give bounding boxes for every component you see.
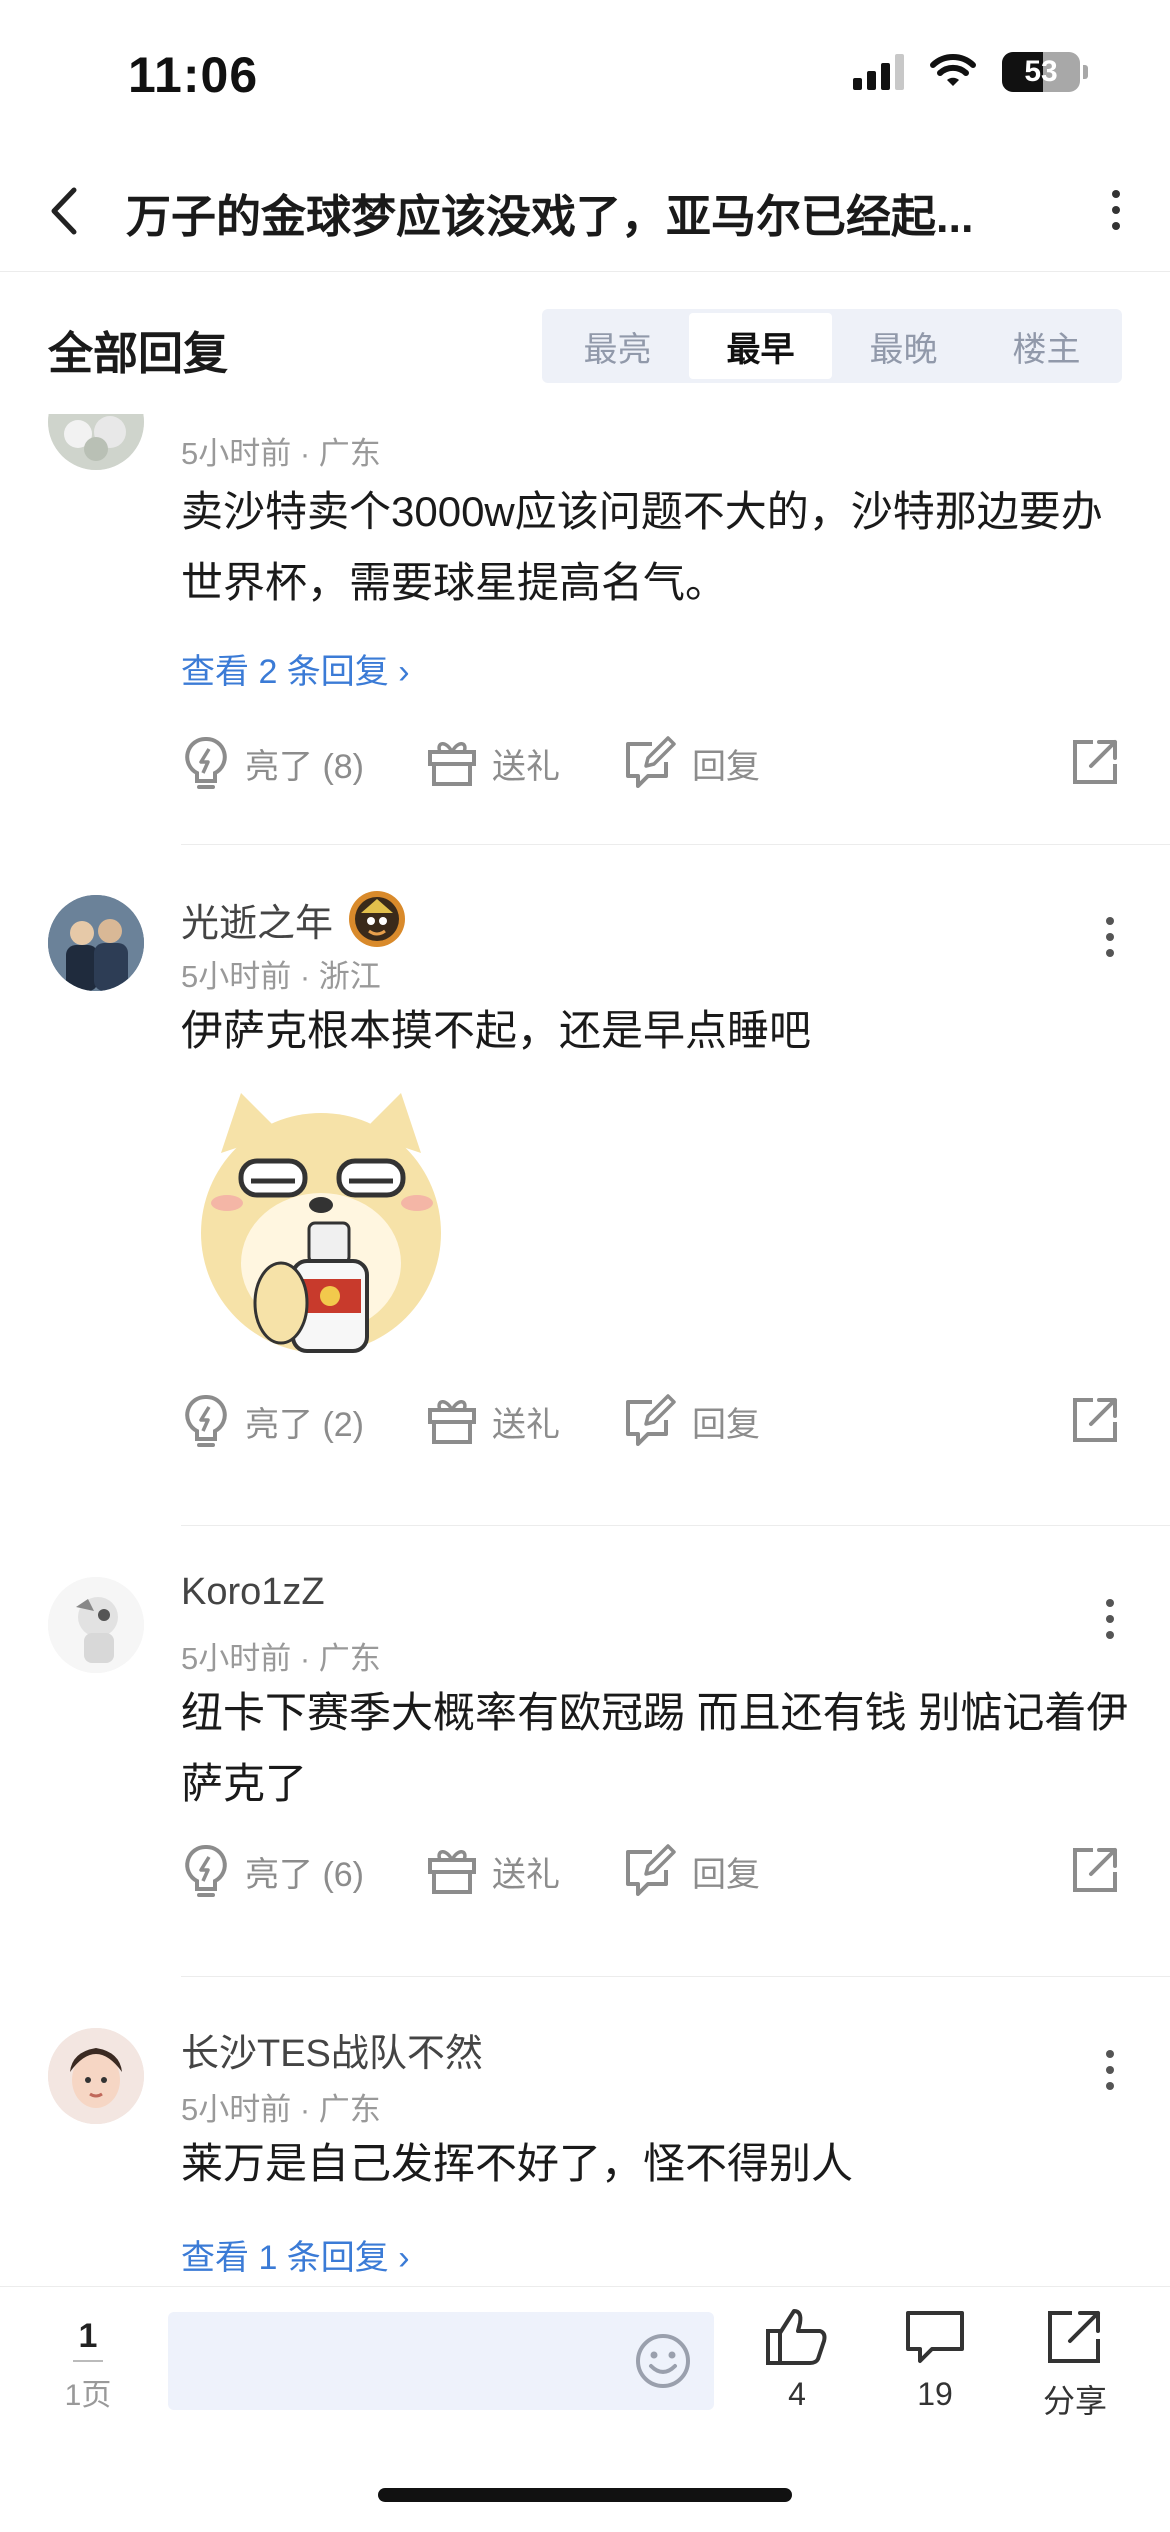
comment-item: 长沙TES战队不然 5小时前 · 广东 莱万是自己发挥不好了，怪不得别人 查看 … [0, 1978, 1170, 2286]
share-icon [1073, 1848, 1117, 1892]
title-bar: 万子的金球梦应该没戏了，亚马尔已经起... [0, 150, 1170, 272]
comment-meta: 5小时前 · 广东 [181, 1641, 381, 1676]
battery-level: 53 [1024, 55, 1058, 88]
status-time: 11:06 [128, 47, 259, 103]
gift-label: 送礼 [492, 1855, 560, 1894]
comment-more-button[interactable] [1090, 2040, 1130, 2100]
sort-bar: 全部回复 最亮 最早 最晚 楼主 [0, 273, 1170, 413]
share-comment-button[interactable] [1069, 1844, 1121, 1901]
gift-button[interactable]: 送礼 [426, 1396, 560, 1446]
share-icon [1048, 2311, 1100, 2363]
emoji-icon[interactable] [634, 2332, 692, 2390]
lightning-bulb-icon [185, 736, 227, 789]
light-button[interactable]: 亮了 (6) [181, 1843, 364, 1899]
sort-tabs: 最亮 最早 最晚 楼主 [542, 309, 1122, 383]
divider [181, 1525, 1170, 1526]
comments-button[interactable]: 19 [880, 2307, 990, 2413]
share-icon [1073, 1398, 1117, 1442]
gift-icon [428, 742, 476, 786]
cellular-signal-icon [853, 54, 904, 90]
avatar[interactable] [48, 414, 144, 470]
comment-text: 莱万是自己发挥不好了，怪不得别人 [181, 2140, 854, 2187]
edit-reply-icon [626, 1394, 676, 1446]
comment-username[interactable]: 光逝之年 [181, 889, 407, 949]
battery-icon: 53 [1002, 52, 1080, 92]
gift-icon [428, 1850, 476, 1894]
comment-count: 19 [917, 2376, 953, 2412]
back-button[interactable] [30, 176, 100, 246]
tab-brightest[interactable]: 最亮 [546, 313, 689, 379]
gift-icon [428, 1400, 476, 1444]
sticker-image[interactable] [181, 1083, 461, 1363]
reply-label: 回复 [692, 1405, 760, 1444]
comment-more-button[interactable] [1090, 907, 1130, 967]
comment-text: 伊萨克根本摸不起，还是早点睡吧 [181, 1007, 812, 1054]
gift-button[interactable]: 送礼 [426, 738, 560, 788]
comment-item: Koro1zZ 5小时前 · 广东 纽卡下赛季大概率有欧冠踢 而且还有钱 别惦记… [0, 1527, 1170, 1977]
gift-button[interactable]: 送礼 [426, 1846, 560, 1896]
lightning-bulb-icon [185, 1844, 227, 1897]
reply-button[interactable]: 回复 [622, 1844, 760, 1898]
comment-input[interactable] [168, 2312, 714, 2410]
light-count: 亮了 (8) [245, 747, 364, 786]
avatar[interactable] [48, 2028, 144, 2124]
user-badge-icon [349, 891, 406, 947]
page-indicator[interactable]: 1 1页 [48, 2317, 128, 2414]
share-label: 分享 [1042, 2383, 1107, 2419]
page-title: 万子的金球梦应该没戏了，亚马尔已经起... [126, 191, 974, 242]
home-indicator[interactable] [378, 2488, 792, 2502]
comment-text: 卖沙特卖个3000w应该问题不大的，沙特那边要办世界杯，需要球星提高名气。 [181, 488, 1103, 606]
more-options-button[interactable] [1086, 180, 1146, 240]
chevron-left-icon [51, 187, 77, 235]
edit-reply-icon [626, 1844, 676, 1896]
light-button[interactable]: 亮了 (2) [181, 1393, 364, 1449]
status-bar: 11:06 53 [0, 0, 1170, 150]
like-count: 4 [788, 2376, 806, 2412]
lightning-bulb-icon [185, 1394, 227, 1447]
comment-actions: 亮了 (2) 送礼 回复 [181, 1386, 1131, 1456]
status-icons: 53 [853, 52, 1088, 92]
divider [181, 1976, 1170, 1977]
tab-op-only[interactable]: 楼主 [975, 313, 1118, 379]
comment-username[interactable]: 长沙TES战队不然 [181, 2022, 483, 2077]
comment-item: 光逝之年 5小时前 · 浙江 伊萨克根本摸不起，还是早点睡吧 亮了 (2) 送礼… [0, 845, 1170, 1526]
view-replies-link[interactable]: 查看 1 条回复 › [181, 2230, 410, 2279]
comment-text: 纽卡下赛季大概率有欧冠踢 而且还有钱 别惦记着伊萨克了 [181, 1689, 1129, 1807]
comment-meta: 5小时前 · 浙江 [181, 959, 381, 994]
reply-label: 回复 [692, 1855, 760, 1894]
gift-label: 送礼 [492, 1405, 560, 1444]
light-button[interactable]: 亮了 (8) [181, 735, 364, 791]
share-button[interactable]: 分享 [1020, 2307, 1130, 2422]
page-number: 1 [72, 2317, 104, 2362]
comment-actions: 亮了 (6) 送礼 回复 [181, 1836, 1131, 1906]
gift-label: 送礼 [492, 747, 560, 786]
thumbs-up-icon [766, 2309, 827, 2365]
page-total: 1页 [64, 2379, 112, 2412]
tab-latest[interactable]: 最晚 [832, 313, 975, 379]
comment-more-button[interactable] [1090, 1589, 1130, 1649]
avatar[interactable] [48, 895, 144, 991]
reply-button[interactable]: 回复 [622, 1394, 760, 1448]
light-count: 亮了 (6) [245, 1855, 364, 1894]
comment-feed[interactable]: 5小时前 · 广东 卖沙特卖个3000w应该问题不大的，沙特那边要办世界杯，需要… [0, 414, 1170, 2286]
reply-label: 回复 [692, 747, 760, 786]
view-replies-link[interactable]: 查看 2 条回复 › [181, 644, 410, 693]
light-count: 亮了 (2) [245, 1405, 364, 1444]
comment-meta: 5小时前 · 广东 [181, 436, 381, 471]
comment-actions: 亮了 (8) 送礼 回复 [181, 728, 1131, 798]
avatar[interactable] [48, 1577, 144, 1673]
wifi-icon [930, 54, 976, 86]
vertical-dots-icon [1112, 190, 1120, 230]
share-comment-button[interactable] [1069, 736, 1121, 793]
tab-earliest[interactable]: 最早 [689, 313, 832, 379]
comment-username[interactable]: Koro1zZ [181, 1571, 325, 1614]
share-icon [1073, 740, 1117, 784]
share-comment-button[interactable] [1069, 1394, 1121, 1451]
edit-reply-icon [626, 736, 676, 788]
reply-button[interactable]: 回复 [622, 736, 760, 790]
comment-meta: 5小时前 · 广东 [181, 2092, 381, 2127]
all-replies-heading: 全部回复 [48, 328, 229, 379]
comment-bubble-icon [906, 2311, 964, 2363]
like-button[interactable]: 4 [742, 2307, 852, 2413]
